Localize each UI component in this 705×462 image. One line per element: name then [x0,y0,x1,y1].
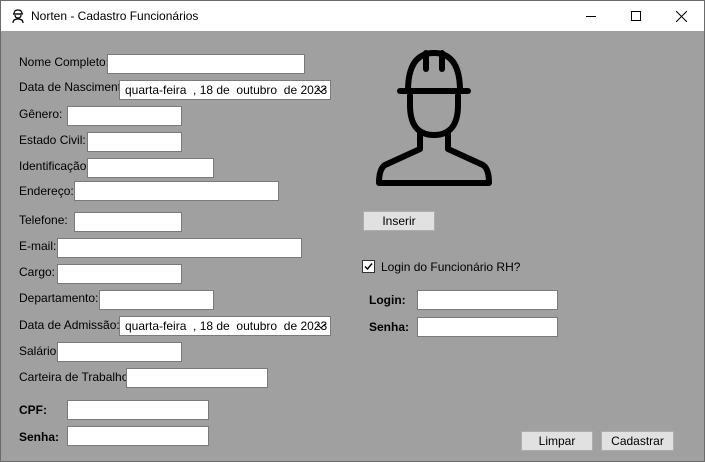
form-area: Nome Completo: Data de Nascimento: quart… [1,31,704,461]
admissao-value: quarta-feira , 18 de outubro de 2023 [125,319,328,333]
departamento-label: Departamento: [19,291,99,305]
minimize-icon [585,16,596,17]
genero-label: Gênero: [19,107,63,121]
checkmark-icon [364,263,373,271]
nascimento-datepicker[interactable]: quarta-feira , 18 de outubro de 2023 [119,80,331,100]
senha-label: Senha: [19,430,60,444]
email-label: E-mail: [19,239,57,253]
rh-login-label: Login: [369,293,406,307]
endereco-input[interactable] [74,181,279,201]
cargo-label: Cargo: [19,265,56,279]
limpar-button[interactable]: Limpar [521,431,593,451]
inserir-button-label: Inserir [382,214,416,228]
close-icon [676,10,687,22]
senha-input[interactable] [67,426,209,446]
maximize-button[interactable] [613,1,658,31]
endereco-label: Endereço: [19,184,74,198]
identificacao-input[interactable] [87,158,214,178]
carteira-label: Carteira de Trabalho: [19,370,132,384]
estado-civil-label: Estado Civil: [19,133,86,147]
title-bar[interactable]: Norten - Cadastro Funcionários [1,1,704,31]
inserir-button[interactable]: Inserir [363,211,435,231]
salario-input[interactable] [57,342,182,362]
cargo-input[interactable] [57,264,182,284]
chevron-down-icon [316,87,326,93]
genero-input[interactable] [67,106,182,126]
cpf-input[interactable] [67,400,209,420]
nascimento-label: Data de Nascimento: [19,80,132,94]
rh-login-checkbox[interactable] [362,260,375,273]
minimize-button[interactable] [568,1,613,31]
rh-login-input[interactable] [417,290,558,310]
rh-login-checkbox-label[interactable]: Login do Funcionário RH? [381,260,520,274]
identificacao-label: Identificação: [19,159,90,173]
worker-avatar-icon [376,50,492,186]
close-button[interactable] [659,1,704,31]
maximize-icon [630,11,641,21]
telefone-input[interactable] [74,212,182,232]
window-title: Norten - Cadastro Funcionários [31,9,199,23]
main-window: Norten - Cadastro Funcionários Nome Comp… [0,0,705,462]
cpf-label: CPF: [19,403,47,417]
admissao-label: Data de Admissão: [19,318,120,332]
nascimento-value: quarta-feira , 18 de outubro de 2023 [125,83,328,97]
cadastrar-button-label: Cadastrar [611,434,664,448]
worker-icon [12,9,24,24]
nome-input[interactable] [107,54,305,74]
estado-civil-input[interactable] [87,132,182,152]
carteira-input[interactable] [126,368,268,388]
rh-senha-label: Senha: [369,320,410,334]
limpar-button-label: Limpar [538,434,576,448]
email-input[interactable] [57,238,302,258]
cadastrar-button[interactable]: Cadastrar [601,431,674,451]
chevron-down-icon [316,323,326,329]
departamento-input[interactable] [99,290,214,310]
salario-label: Salário: [19,344,60,358]
admissao-datepicker[interactable]: quarta-feira , 18 de outubro de 2023 [119,316,331,336]
telefone-label: Telefone: [19,213,68,227]
rh-senha-input[interactable] [417,317,558,337]
nome-label: Nome Completo: [19,55,110,69]
